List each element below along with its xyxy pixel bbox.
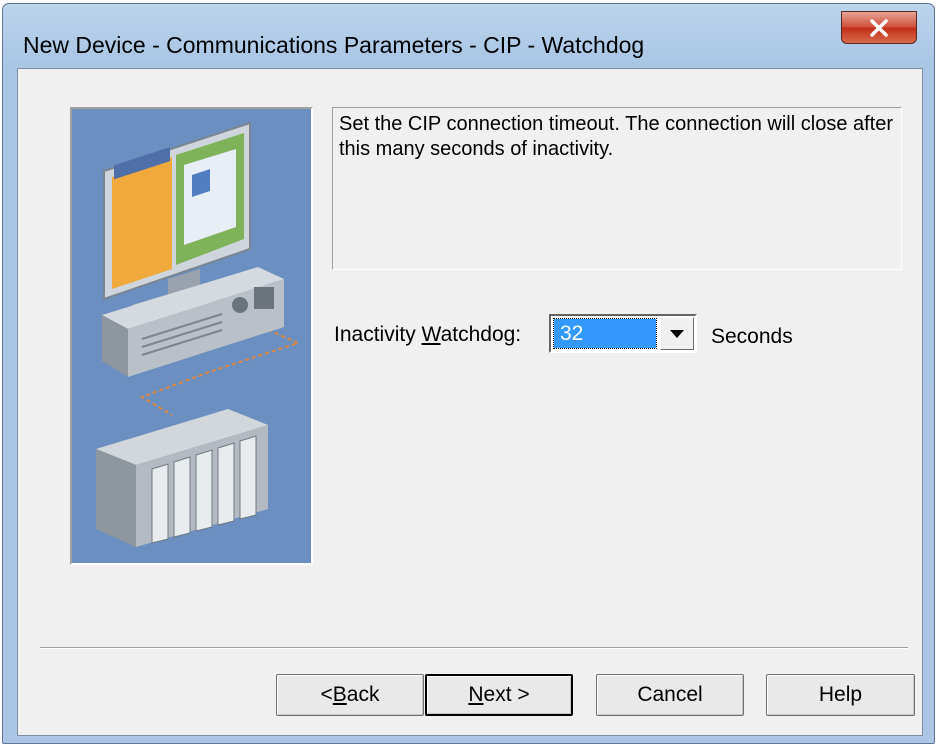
cancel-button[interactable]: Cancel — [596, 674, 744, 716]
wizard-illustration — [70, 107, 313, 565]
dropdown-button[interactable] — [660, 317, 694, 350]
inactivity-watchdog-value[interactable]: 32 — [553, 318, 657, 349]
separator — [40, 647, 908, 649]
next-button[interactable]: Next > — [425, 674, 573, 716]
seconds-unit-label: Seconds — [711, 325, 793, 348]
inactivity-watchdog-label: Inactivity Watchdog: — [334, 323, 522, 346]
dialog-window: New Device - Communications Parameters -… — [2, 3, 935, 744]
back-button[interactable]: < Back — [276, 674, 424, 716]
window-title: New Device - Communications Parameters -… — [23, 32, 645, 58]
dialog-client-area: Set the CIP connection timeout. The conn… — [17, 68, 923, 736]
close-icon — [870, 18, 888, 37]
description-box: Set the CIP connection timeout. The conn… — [332, 107, 902, 270]
close-button[interactable] — [841, 11, 917, 44]
inactivity-watchdog-combobox[interactable]: 32 — [549, 314, 697, 353]
help-button[interactable]: Help — [766, 674, 915, 716]
chevron-down-icon — [670, 329, 684, 338]
